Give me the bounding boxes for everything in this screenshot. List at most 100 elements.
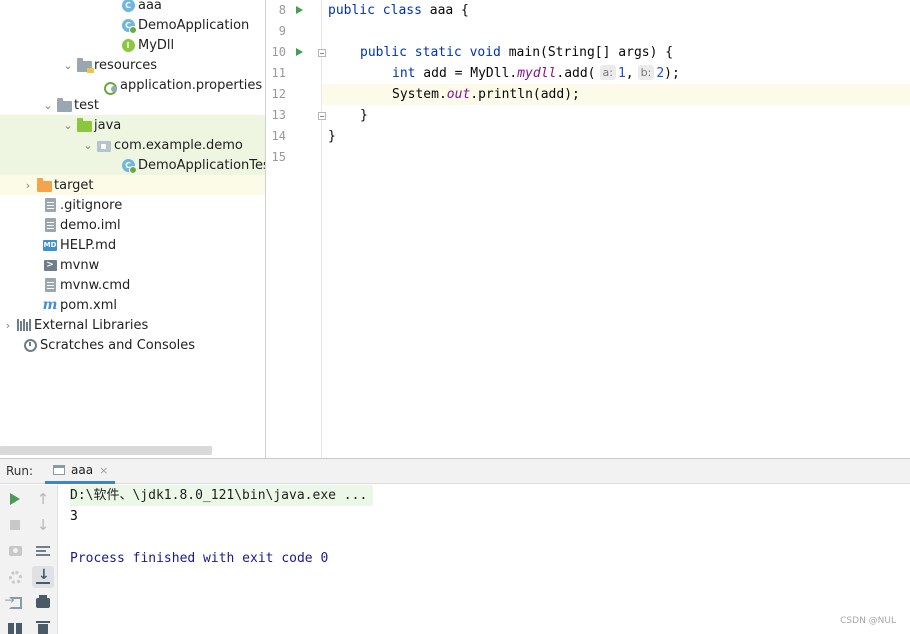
keyword: public static void: [360, 45, 501, 60]
close-icon[interactable]: ×: [99, 464, 108, 477]
chevron-down-icon[interactable]: ⌄: [80, 135, 96, 155]
scroll-to-end-button[interactable]: [32, 566, 54, 588]
stop-icon: [10, 520, 20, 530]
tree-item-com-example-demo[interactable]: ⌄ com.example.demo: [0, 135, 265, 155]
run-tab-aaa[interactable]: aaa ×: [45, 459, 115, 484]
tree-item-scratches-and-consoles[interactable]: Scratches and Consoles: [0, 335, 265, 355]
parameter-hint: a:: [599, 65, 616, 80]
chevron-right-icon[interactable]: ›: [0, 315, 16, 335]
keyword: public class: [328, 3, 422, 18]
tree-item-resources[interactable]: ⌄ resources: [0, 55, 265, 75]
arrow-down-icon: ↓: [36, 515, 50, 534]
tree-item-demoapplication[interactable]: C DemoApplication: [0, 15, 265, 35]
code-text: main(String[] args) {: [500, 45, 674, 60]
gutter-line: 13: [266, 105, 326, 126]
tree-item-mvnw[interactable]: > mvnw: [0, 255, 265, 275]
terminal-file-icon: >: [42, 257, 58, 273]
resources-folder-icon: [76, 57, 94, 73]
soft-wrap-button[interactable]: [32, 540, 54, 562]
code-line-14[interactable]: }: [328, 126, 336, 147]
restore-layout-button[interactable]: [4, 592, 26, 614]
console-command-line[interactable]: D:\软件、\jdk1.8.0_121\bin\java.exe ...: [70, 485, 374, 506]
tree-item-demo-iml[interactable]: demo.iml: [0, 215, 265, 235]
tree-item-pom-xml[interactable]: m pom.xml: [0, 295, 265, 315]
stop-button[interactable]: [4, 514, 26, 536]
tree-item-label: test: [74, 97, 99, 113]
rerun-button[interactable]: [4, 488, 26, 510]
tree-item-application-properties[interactable]: application.properties: [0, 75, 265, 95]
soft-wrap-icon: [36, 546, 50, 556]
dump-threads-button[interactable]: [4, 540, 26, 562]
chevron-down-icon[interactable]: ⌄: [60, 55, 76, 75]
code-editor[interactable]: 8 9 10 11 12 13 14 15 public class aaa {…: [266, 0, 910, 458]
spring-class-icon: C: [120, 17, 137, 34]
markdown-icon-text: MD: [42, 239, 58, 251]
properties-file-icon: [102, 77, 118, 95]
line-number: 13: [271, 108, 286, 122]
clear-all-button[interactable]: [32, 618, 54, 634]
tree-item-test[interactable]: ⌄ test: [0, 95, 265, 115]
run-toolbar: ↑ ↓: [0, 485, 58, 634]
class-icon-letter: C: [121, 0, 135, 12]
chevron-down-icon[interactable]: ⌄: [40, 95, 56, 115]
layout-button[interactable]: [4, 618, 26, 634]
fold-icon[interactable]: [318, 112, 326, 120]
code-text: );: [664, 66, 680, 81]
gutter-line: 8: [266, 0, 322, 21]
tree-item-gitignore[interactable]: .gitignore: [0, 195, 265, 215]
run-gutter-icon[interactable]: [296, 6, 303, 14]
login-icon: [5, 593, 22, 609]
current-line-highlight: [266, 84, 910, 105]
tree-item-label: pom.xml: [60, 297, 117, 313]
print-button[interactable]: [32, 592, 54, 614]
tree-item-mydll[interactable]: I MyDll: [0, 35, 265, 55]
console-tab-icon: [53, 465, 65, 475]
code-text: ,: [625, 66, 634, 81]
code-line-8[interactable]: public class aaa {: [328, 0, 469, 21]
line-number: 10: [271, 45, 286, 59]
tree-item-target[interactable]: › target: [0, 175, 265, 195]
tree-item-help-md[interactable]: MD HELP.md: [0, 235, 265, 255]
code-text: System.: [392, 87, 447, 102]
tree-item-label: application.properties: [120, 77, 263, 93]
tree-item-external-libraries[interactable]: › External Libraries: [0, 315, 265, 335]
gutter-line: 11: [266, 63, 322, 84]
tree-item-demoapplicationtests[interactable]: C DemoApplicationTests: [0, 155, 265, 175]
project-tree-pane: C aaa C DemoApplication I MyDll ⌄ resour…: [0, 0, 265, 458]
code-line-12[interactable]: System.out.println(add);: [392, 84, 580, 105]
parameter-hint: b:: [637, 65, 655, 80]
fold-icon[interactable]: [318, 49, 326, 57]
tree-item-java[interactable]: ⌄ java: [0, 115, 265, 135]
tree-item-aaa[interactable]: C aaa: [0, 0, 265, 15]
tree-item-label: MyDll: [138, 37, 175, 53]
console-output[interactable]: D:\软件、\jdk1.8.0_121\bin\java.exe ... 3 P…: [59, 485, 910, 634]
previous-occurrence-button[interactable]: ↑: [32, 488, 54, 510]
tree-item-label: mvnw.cmd: [60, 277, 131, 293]
folder-icon: [56, 97, 72, 113]
code-text: }: [360, 108, 368, 123]
line-number: 15: [271, 150, 286, 164]
settings-button[interactable]: [4, 566, 26, 588]
editor-gutter: 8 9 10 11 12 13 14 15: [266, 0, 326, 458]
test-sources-folder-icon: [76, 117, 92, 133]
tree-horizontal-scrollbar[interactable]: [0, 446, 212, 455]
gutter-line: 10: [266, 42, 326, 63]
maven-file-icon: m: [42, 297, 58, 313]
keyword: int: [392, 66, 416, 81]
code-text: .add(: [556, 66, 596, 81]
tree-item-mvnw-cmd[interactable]: mvnw.cmd: [0, 275, 265, 295]
number-literal: 1: [617, 66, 626, 81]
gitignore-file-icon: [42, 197, 58, 213]
tree-item-label: .gitignore: [60, 197, 123, 213]
code-line-10[interactable]: public static void main(String[] args) {: [360, 42, 673, 63]
tree-item-label: demo.iml: [60, 217, 121, 233]
tree-item-label: External Libraries: [34, 317, 149, 333]
chevron-right-icon[interactable]: ›: [20, 175, 36, 195]
run-gutter-icon[interactable]: [296, 48, 303, 56]
code-line-11[interactable]: int add = MyDll.mydll.add(a: 1, b: 2);: [392, 63, 680, 84]
code-line-13[interactable]: }: [360, 105, 368, 126]
next-occurrence-button[interactable]: ↓: [32, 514, 54, 536]
run-tab-label: aaa: [71, 463, 94, 477]
split-layout-icon: [8, 623, 22, 634]
chevron-down-icon[interactable]: ⌄: [60, 115, 76, 135]
